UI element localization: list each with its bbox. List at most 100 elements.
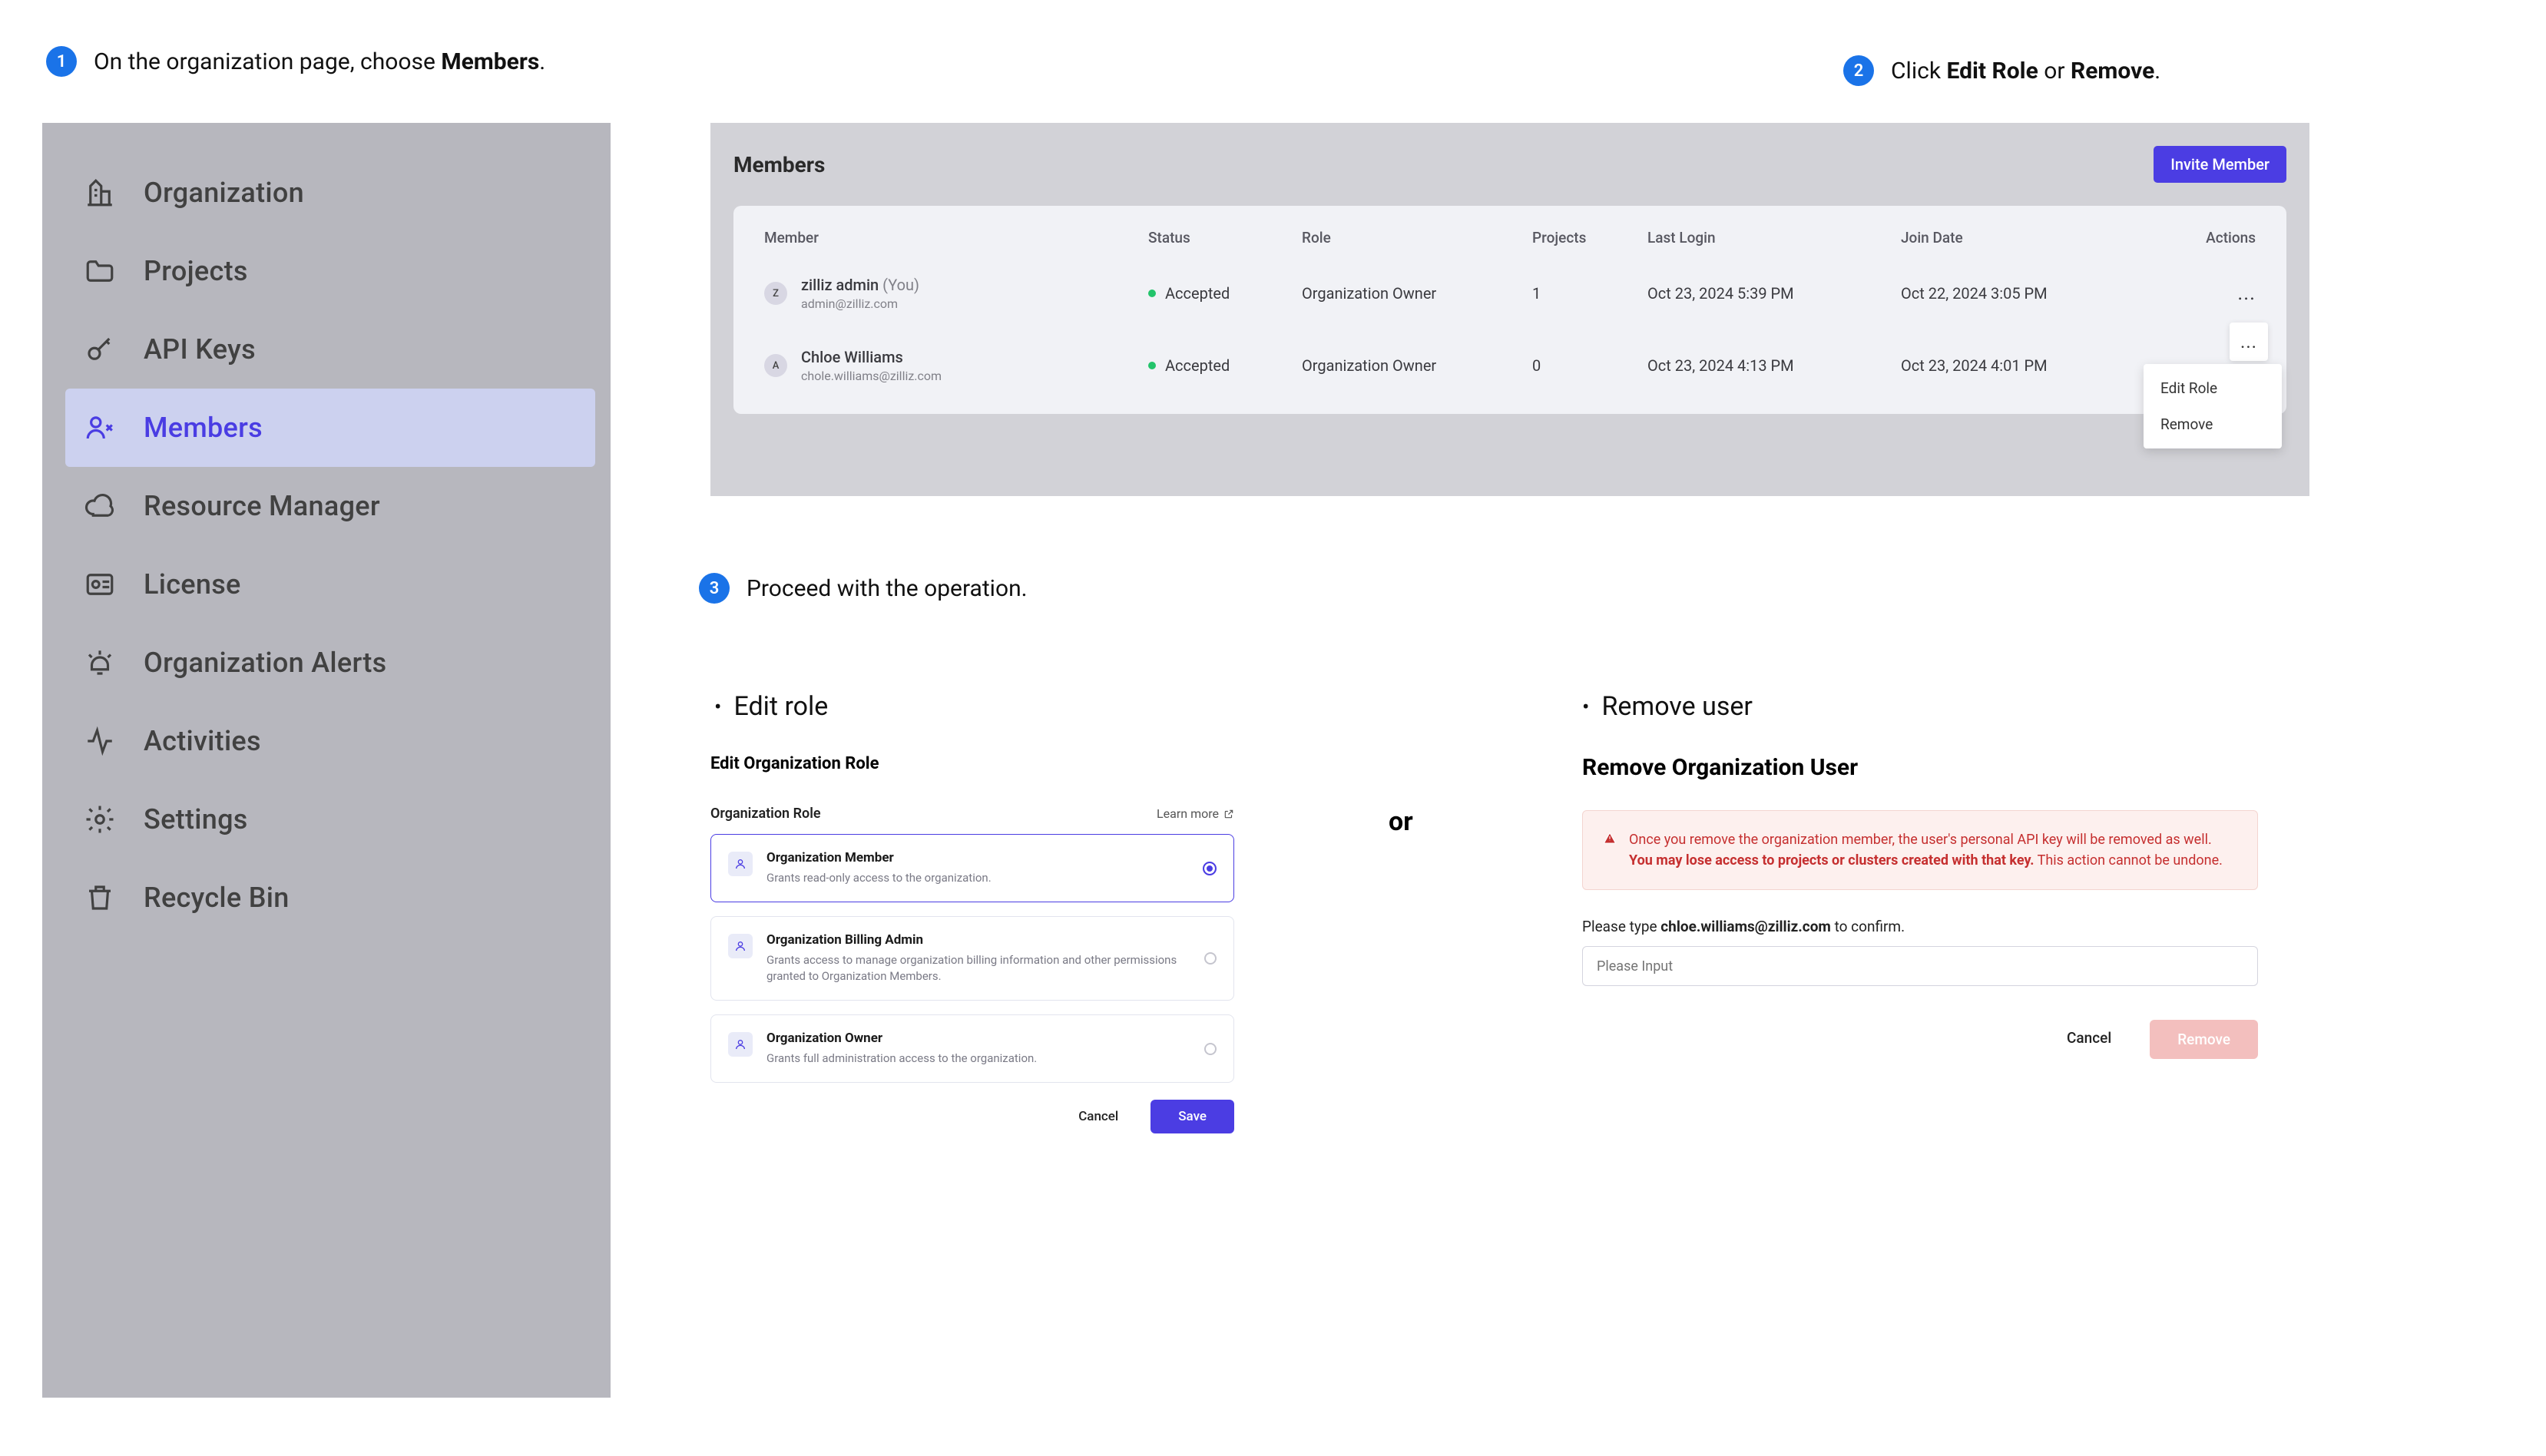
gear-icon bbox=[84, 803, 116, 836]
role-option-desc: Grants read-only access to the organizat… bbox=[766, 870, 1217, 886]
user-icon bbox=[728, 934, 753, 958]
sidebar-item-label: API Keys bbox=[144, 333, 256, 366]
remove-user-dialog: Remove Organization User Once you remove… bbox=[1582, 754, 2258, 1059]
radio-unselected-icon[interactable] bbox=[1204, 1043, 1217, 1055]
role-option-member[interactable]: Organization Member Grants read-only acc… bbox=[710, 834, 1234, 902]
sidebar-item-label: Activities bbox=[144, 725, 261, 757]
col-role: Role bbox=[1302, 229, 1532, 247]
sidebar-item-label: Settings bbox=[144, 803, 248, 836]
you-label: (You) bbox=[882, 276, 919, 294]
sidebar-item-activities[interactable]: Activities bbox=[65, 702, 595, 780]
role-option-name: Organization Owner bbox=[766, 1031, 1217, 1046]
confirm-instruction: Please type chloe.williams@zilliz.com to… bbox=[1582, 918, 2258, 935]
actions-menu: Edit Role Remove bbox=[2144, 364, 2282, 448]
step1-number: 1 bbox=[46, 46, 77, 77]
trash-icon bbox=[84, 882, 116, 914]
avatar: Z bbox=[764, 282, 787, 305]
status-text: Accepted bbox=[1165, 284, 1230, 303]
role-text: Organization Owner bbox=[1302, 356, 1532, 375]
sidebar-item-api-keys[interactable]: API Keys bbox=[65, 310, 595, 389]
sidebar-item-label: Resource Manager bbox=[144, 490, 380, 522]
remove-button[interactable]: Remove bbox=[2150, 1020, 2258, 1059]
member-email: chole.williams@zilliz.com bbox=[801, 369, 942, 383]
key-icon bbox=[84, 333, 116, 366]
role-option-name: Organization Member bbox=[766, 850, 1217, 865]
role-option-billing[interactable]: Organization Billing Admin Grants access… bbox=[710, 916, 1234, 1001]
remove-user-bullet: Remove user bbox=[1582, 691, 1753, 722]
edit-role-title: Edit Organization Role bbox=[710, 754, 1234, 773]
external-link-icon bbox=[1223, 809, 1234, 819]
members-table: Member Status Role Projects Last Login J… bbox=[733, 206, 2286, 414]
role-text: Organization Owner bbox=[1302, 284, 1532, 303]
sidebar: Organization Projects API Keys Members R… bbox=[42, 123, 611, 1398]
member-email: admin@zilliz.com bbox=[801, 296, 919, 311]
member-name: Chloe Williams bbox=[801, 348, 903, 366]
sidebar-item-settings[interactable]: Settings bbox=[65, 780, 595, 859]
join-date: Oct 23, 2024 4:01 PM bbox=[1901, 356, 2174, 375]
step3-number: 3 bbox=[699, 573, 730, 604]
sidebar-item-recycle-bin[interactable]: Recycle Bin bbox=[65, 859, 595, 937]
status-text: Accepted bbox=[1165, 356, 1230, 375]
role-option-owner[interactable]: Organization Owner Grants full administr… bbox=[710, 1014, 1234, 1083]
radio-selected-icon[interactable] bbox=[1203, 862, 1217, 875]
warning-box: Once you remove the organization member,… bbox=[1582, 810, 2258, 890]
col-last-login: Last Login bbox=[1647, 229, 1901, 247]
role-option-name: Organization Billing Admin bbox=[766, 932, 1217, 948]
cloud-icon bbox=[84, 490, 116, 522]
sidebar-item-label: Members bbox=[144, 412, 263, 444]
remove-user-title: Remove Organization User bbox=[1582, 754, 2258, 781]
sidebar-item-label: License bbox=[144, 568, 241, 601]
invite-member-button[interactable]: Invite Member bbox=[2154, 146, 2286, 183]
role-option-desc: Grants access to manage organization bil… bbox=[766, 952, 1217, 984]
confirm-email-input[interactable] bbox=[1582, 946, 2258, 986]
last-login: Oct 23, 2024 5:39 PM bbox=[1647, 284, 1901, 303]
row-actions-button-open[interactable]: ... bbox=[2230, 323, 2268, 361]
members-title: Members bbox=[733, 152, 825, 177]
cancel-button[interactable]: Cancel bbox=[2050, 1020, 2128, 1059]
activity-icon bbox=[84, 725, 116, 757]
projects-count: 1 bbox=[1532, 284, 1647, 303]
license-icon bbox=[84, 568, 116, 601]
members-panel: Members Invite Member Member Status Role… bbox=[710, 123, 2309, 496]
avatar: A bbox=[764, 354, 787, 377]
step3-text: Proceed with the operation. bbox=[747, 575, 1028, 602]
sidebar-item-label: Recycle Bin bbox=[144, 882, 290, 914]
sidebar-item-label: Organization Alerts bbox=[144, 647, 386, 679]
menu-remove[interactable]: Remove bbox=[2144, 406, 2282, 442]
cancel-button[interactable]: Cancel bbox=[1061, 1100, 1135, 1133]
role-option-desc: Grants full administration access to the… bbox=[766, 1051, 1217, 1067]
edit-role-dialog: Edit Organization Role Organization Role… bbox=[710, 754, 1234, 1133]
sidebar-item-label: Organization bbox=[144, 177, 304, 209]
radio-unselected-icon[interactable] bbox=[1204, 952, 1217, 965]
status-dot-icon bbox=[1148, 290, 1156, 297]
edit-role-bullet: Edit role bbox=[714, 691, 828, 722]
col-join-date: Join Date bbox=[1901, 229, 2174, 247]
col-status: Status bbox=[1148, 229, 1302, 247]
menu-edit-role[interactable]: Edit Role bbox=[2144, 370, 2282, 406]
step1-header: 1 On the organization page, choose Membe… bbox=[46, 46, 545, 77]
alert-icon bbox=[84, 647, 116, 679]
sidebar-item-projects[interactable]: Projects bbox=[65, 232, 595, 310]
table-row: Z zilliz admin (You) admin@zilliz.com Ac… bbox=[744, 257, 2276, 329]
sidebar-item-license[interactable]: License bbox=[65, 545, 595, 624]
user-icon bbox=[728, 852, 753, 876]
table-row: A Chloe Williams chole.williams@zilliz.c… bbox=[744, 329, 2276, 402]
col-member: Member bbox=[764, 229, 1148, 247]
sidebar-item-resource-manager[interactable]: Resource Manager bbox=[65, 467, 595, 545]
warning-icon bbox=[1603, 832, 1617, 845]
learn-more-link[interactable]: Learn more bbox=[1157, 806, 1234, 822]
save-button[interactable]: Save bbox=[1151, 1100, 1234, 1133]
status-dot-icon bbox=[1148, 362, 1156, 369]
step2-text: Click Edit Role or Remove. bbox=[1891, 58, 2160, 84]
sidebar-item-members[interactable]: Members bbox=[65, 389, 595, 467]
col-actions: Actions bbox=[2174, 229, 2256, 247]
step2-header: 2 Click Edit Role or Remove. bbox=[1843, 55, 2160, 86]
last-login: Oct 23, 2024 4:13 PM bbox=[1647, 356, 1901, 375]
sidebar-item-label: Projects bbox=[144, 255, 248, 287]
sidebar-item-org-alerts[interactable]: Organization Alerts bbox=[65, 624, 595, 702]
sidebar-item-organization[interactable]: Organization bbox=[65, 154, 595, 232]
row-actions-button[interactable]: ... bbox=[2174, 282, 2256, 305]
folder-icon bbox=[84, 255, 116, 287]
projects-count: 0 bbox=[1532, 356, 1647, 375]
step2-number: 2 bbox=[1843, 55, 1874, 86]
